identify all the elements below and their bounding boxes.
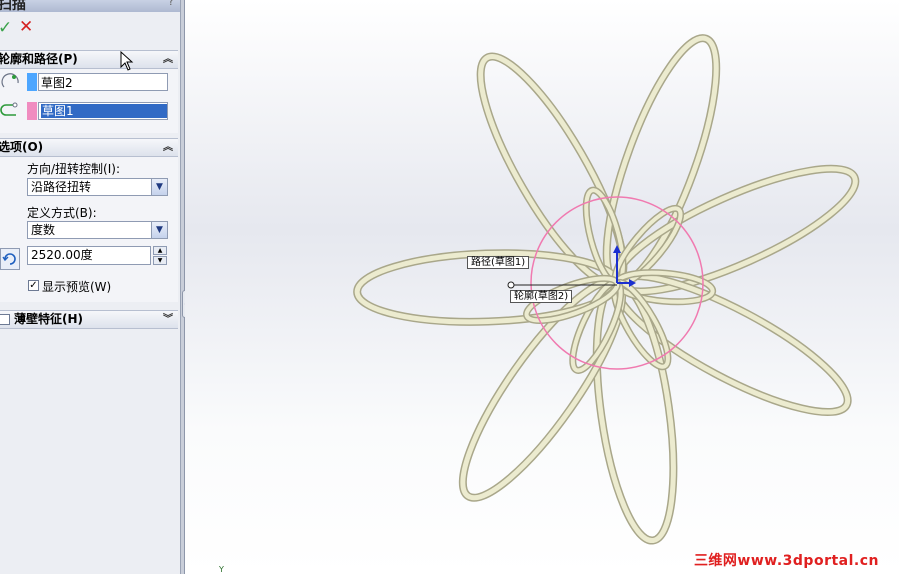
define-by-value: 度数 (31, 223, 56, 237)
orientation-value: 沿路径扭转 (31, 180, 92, 194)
twist-angle-value: 2520.00度 (31, 248, 93, 262)
define-by-dropdown[interactable]: 度数 ▼ (27, 221, 168, 239)
graphics-viewport[interactable]: 路径(草图1) 轮廓(草图2) 三维网www.3dportal.cn (185, 0, 899, 574)
orientation-dropdown[interactable]: 沿路径扭转 ▼ (27, 178, 168, 196)
watermark: 三维网www.3dportal.cn (693, 553, 879, 569)
define-by-label: 定义方式(B): (27, 206, 97, 220)
path-color-swatch (27, 102, 37, 120)
path-selection-box[interactable]: 草图1 (38, 102, 168, 120)
show-preview-label: 显示预览(W) (42, 280, 112, 294)
section-profile-path-body: 草图2 草图1 (0, 69, 178, 133)
section-options-header[interactable]: 选项(O) ︽ (0, 138, 178, 157)
property-manager-panel: 扫描 ? ✓ ✕ 轮廓和路径(P) ︽ 草图2 草图1 选项(O) ︽ 方向/扭… (0, 0, 181, 574)
chevron-down-icon[interactable]: ▼ (151, 179, 167, 195)
thin-feature-checkbox[interactable] (0, 314, 10, 325)
spin-up-button[interactable]: ▲ (153, 246, 167, 255)
path-callout[interactable]: 路径(草图1) (467, 256, 530, 269)
sweep-preview-graphic (185, 0, 899, 574)
show-preview-checkbox[interactable]: ✓ (28, 280, 39, 291)
profile-color-swatch (27, 73, 37, 91)
profile-icon (1, 73, 19, 88)
panel-titlebar: 扫描 ? (0, 0, 180, 12)
orientation-label: 方向/扭转控制(I): (27, 162, 120, 176)
profile-value: 草图2 (41, 76, 73, 90)
collapse-up-icon[interactable]: ︽ (163, 139, 173, 156)
axis-label-y: Y (219, 565, 224, 574)
mouse-cursor-icon (120, 51, 134, 71)
spin-down-button[interactable]: ▼ (153, 256, 167, 265)
twist-angle-input[interactable]: 2520.00度 (27, 246, 151, 265)
section-profile-path-label: 轮廓和路径(P) (0, 52, 78, 66)
section-profile-path-header[interactable]: 轮廓和路径(P) ︽ (0, 50, 178, 69)
path-icon (0, 102, 18, 116)
profile-selection-box[interactable]: 草图2 (38, 73, 168, 91)
panel-title: 扫描 (0, 0, 26, 12)
ok-button[interactable]: ✓ (0, 18, 12, 38)
flower-sweep-loops (356, 27, 868, 545)
help-icon[interactable]: ? (168, 0, 174, 8)
path-value: 草图1 (41, 104, 167, 118)
section-thin-feature-header[interactable]: 薄壁特征(H) ︾ (0, 310, 178, 329)
chevron-down-icon[interactable]: ▼ (151, 222, 167, 238)
profile-point-icon (507, 281, 515, 289)
section-options-label: 选项(O) (0, 140, 44, 154)
profile-callout[interactable]: 轮廓(草图2) (510, 290, 573, 303)
twist-angle-icon (0, 248, 20, 270)
cancel-button[interactable]: ✕ (19, 17, 33, 37)
expand-down-icon[interactable]: ︾ (163, 311, 173, 328)
section-thin-feature-label: 薄壁特征(H) (14, 312, 84, 326)
collapse-up-icon[interactable]: ︽ (163, 51, 173, 68)
